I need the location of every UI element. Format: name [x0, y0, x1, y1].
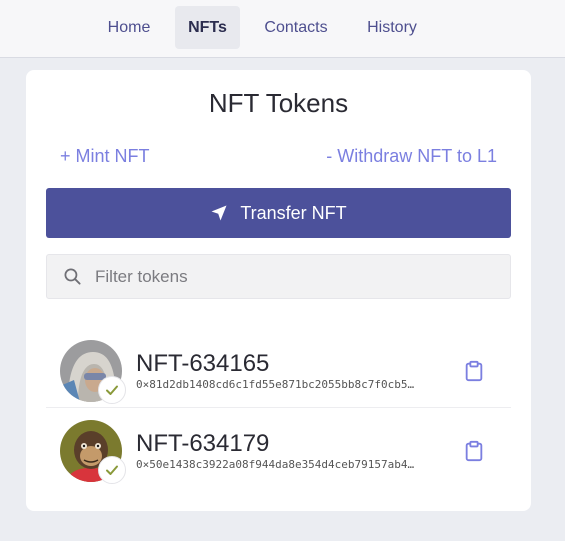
check-icon: [106, 465, 118, 475]
filter-box: [46, 254, 511, 299]
verified-badge: [98, 376, 126, 404]
send-icon: [211, 205, 227, 221]
withdraw-nft-link[interactable]: - Withdraw NFT to L1: [326, 146, 497, 167]
check-icon: [106, 385, 118, 395]
transfer-nft-button[interactable]: Transfer NFT: [46, 188, 511, 238]
token-address: 0×50e1438c3922a08f944da8e354d4ceb79157ab…: [136, 458, 415, 471]
tab-contacts[interactable]: Contacts: [250, 6, 342, 49]
mint-nft-link[interactable]: + Mint NFT: [60, 146, 150, 167]
tab-home[interactable]: Home: [92, 6, 166, 49]
tab-nfts[interactable]: NFTs: [175, 6, 240, 49]
tab-history[interactable]: History: [352, 6, 432, 49]
top-navigation: Home NFTs Contacts History: [0, 0, 565, 58]
verified-badge: [98, 456, 126, 484]
clipboard-icon[interactable]: [463, 440, 485, 462]
token-address: 0×81d2db1408cd6c1fd55e871bc2055bb8c7f0cb…: [136, 378, 415, 391]
clipboard-icon[interactable]: [463, 360, 485, 382]
token-name: NFT-634165: [136, 350, 270, 377]
token-row[interactable]: NFT-634179 0×50e1438c3922a08f944da8e354d…: [46, 412, 511, 488]
filter-tokens-input[interactable]: [95, 255, 495, 298]
transfer-nft-label: Transfer NFT: [240, 202, 347, 223]
nft-tokens-card: NFT Tokens + Mint NFT - Withdraw NFT to …: [26, 70, 531, 511]
token-row[interactable]: NFT-634165 0×81d2db1408cd6c1fd55e871bc20…: [46, 332, 511, 408]
page-title: NFT Tokens: [208, 88, 349, 118]
token-name: NFT-634179: [136, 430, 270, 457]
search-icon: [64, 268, 81, 285]
